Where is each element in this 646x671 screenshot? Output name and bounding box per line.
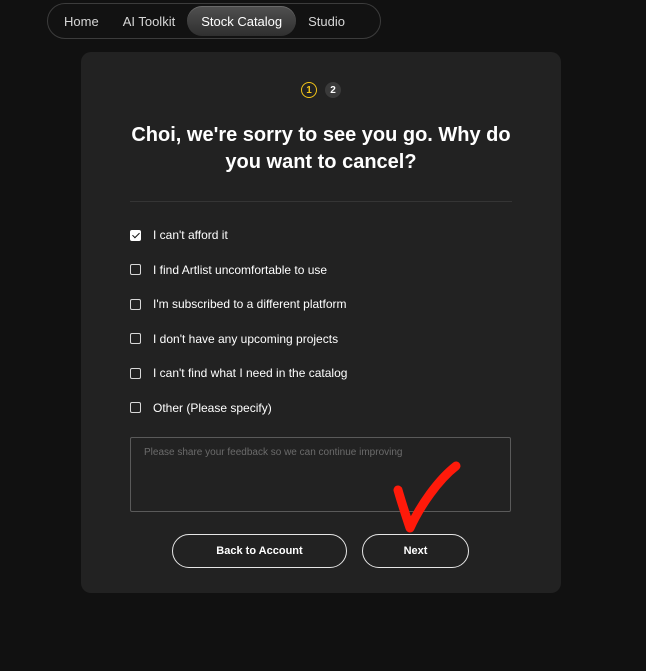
checkbox[interactable] bbox=[130, 264, 141, 276]
checkbox[interactable] bbox=[130, 298, 141, 310]
reason-option-other[interactable]: Other (Please specify) bbox=[130, 391, 347, 426]
reason-option-uncomfortable[interactable]: I find Artlist uncomfortable to use bbox=[130, 253, 347, 288]
reason-option-no-projects[interactable]: I don't have any upcoming projects bbox=[130, 322, 347, 357]
reason-label: I can't find what I need in the catalog bbox=[153, 366, 348, 381]
dialog-title: Choi, we're sorry to see you go. Why do … bbox=[131, 124, 511, 173]
reason-label: I'm subscribed to a different platform bbox=[153, 297, 347, 312]
nav-ai-toolkit[interactable]: AI Toolkit bbox=[111, 6, 188, 36]
feedback-textarea[interactable] bbox=[130, 437, 511, 512]
nav-home[interactable]: Home bbox=[52, 6, 111, 36]
reason-option-different-platform[interactable]: I'm subscribed to a different platform bbox=[130, 287, 347, 322]
reason-label: I can't afford it bbox=[153, 228, 228, 243]
step-indicator: 1 2 bbox=[81, 82, 561, 98]
reason-label: I find Artlist uncomfortable to use bbox=[153, 262, 328, 277]
checkbox[interactable] bbox=[130, 333, 141, 345]
step-2-indicator: 2 bbox=[325, 82, 341, 98]
reason-label: I don't have any upcoming projects bbox=[153, 331, 339, 346]
reason-option-cant-afford[interactable]: I can't afford it bbox=[130, 218, 347, 253]
next-button[interactable]: Next bbox=[362, 534, 469, 568]
back-to-account-button[interactable]: Back to Account bbox=[172, 534, 347, 568]
reason-option-cant-find[interactable]: I can't find what I need in the catalog bbox=[130, 356, 347, 391]
reason-label: Other (Please specify) bbox=[153, 400, 272, 415]
cancel-dialog: 1 2 Choi, we're sorry to see you go. Why… bbox=[81, 52, 561, 593]
top-nav: Home AI Toolkit Stock Catalog Studio bbox=[47, 3, 381, 39]
checkbox[interactable] bbox=[130, 402, 141, 414]
reason-options: I can't afford it I find Artlist uncomfo… bbox=[130, 218, 347, 425]
nav-studio[interactable]: Studio bbox=[296, 6, 357, 36]
divider bbox=[130, 201, 512, 202]
nav-stock-catalog[interactable]: Stock Catalog bbox=[187, 6, 297, 36]
checkbox-checked-icon[interactable] bbox=[130, 229, 141, 241]
step-1-indicator: 1 bbox=[301, 82, 317, 98]
checkbox[interactable] bbox=[130, 367, 141, 379]
